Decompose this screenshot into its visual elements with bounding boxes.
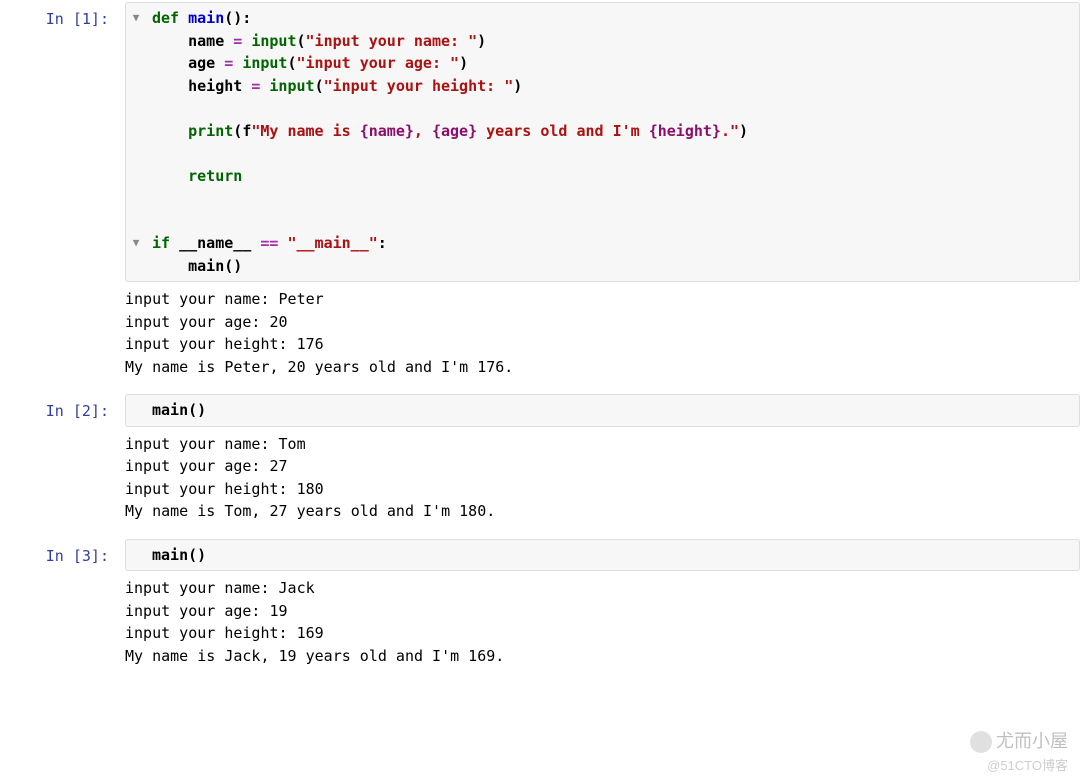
output-text: input your name: Peter input your age: 2…	[125, 288, 1080, 378]
code-input[interactable]: ▼ ▼def main(): name = input("input your n…	[125, 2, 1080, 282]
cell-prompt: In [3]:	[0, 539, 125, 568]
cell-prompt: In [1]:	[0, 2, 125, 31]
cell-output: input your name: Jack input your age: 19…	[0, 577, 1080, 667]
code-content[interactable]: main()	[132, 399, 1073, 422]
code-content[interactable]: def main(): name = input("input your nam…	[132, 7, 1073, 277]
output-text: input your name: Tom input your age: 27 …	[125, 433, 1080, 523]
wechat-icon	[970, 731, 992, 753]
cell-output: input your name: Peter input your age: 2…	[0, 288, 1080, 378]
cell-output: input your name: Tom input your age: 27 …	[0, 433, 1080, 523]
code-cell: In [2]: main()	[0, 394, 1080, 427]
code-content[interactable]: main()	[132, 544, 1073, 567]
fold-toggle-icon[interactable]: ▼	[133, 7, 140, 30]
cell-prompt: In [2]:	[0, 394, 125, 423]
watermark: 尤而小屋	[970, 728, 1068, 755]
code-input[interactable]: main()	[125, 394, 1080, 427]
watermark-sub: @51CTO博客	[987, 756, 1068, 776]
code-cell: In [1]: ▼ ▼def main(): name = input("input…	[0, 2, 1080, 282]
code-cell: In [3]: main()	[0, 539, 1080, 572]
watermark-text: 尤而小屋	[996, 728, 1068, 755]
code-input[interactable]: main()	[125, 539, 1080, 572]
fold-toggle-icon[interactable]: ▼	[133, 232, 140, 255]
output-text: input your name: Jack input your age: 19…	[125, 577, 1080, 667]
